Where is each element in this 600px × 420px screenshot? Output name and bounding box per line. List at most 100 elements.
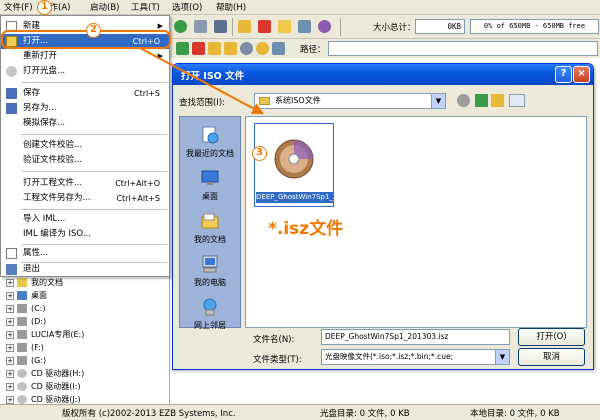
filename-input[interactable]: DEEP_GhostWin7Sp1_201303.isz xyxy=(321,329,510,345)
up-folder-icon[interactable] xyxy=(475,94,488,107)
place-network[interactable]: 网上邻居 xyxy=(180,297,240,331)
drive-icon xyxy=(17,343,27,352)
menu-item-save-as[interactable]: 另存为... xyxy=(1,101,169,116)
menu-bar: 文件(F) 操作(A) 启动(B) 工具(T) 选项(O) 帮助(H) xyxy=(0,0,600,15)
gear-icon[interactable] xyxy=(256,42,269,55)
tree-item[interactable]: + (F:) xyxy=(6,341,44,354)
menu-item-import-iml[interactable]: 导入 IML... xyxy=(1,212,169,227)
toolbar-separator xyxy=(232,18,233,36)
copyright-text: 版权所有 (c)2002-2013 EZB Systems, Inc. xyxy=(62,409,236,419)
back-icon[interactable] xyxy=(457,94,470,107)
dialog-title: 打开 ISO 文件 xyxy=(181,71,245,82)
tree-item[interactable]: + CD 驱动器(H:) xyxy=(6,367,84,380)
cancel-button[interactable]: 取消 xyxy=(518,348,585,366)
menu-item-new[interactable]: 新建 ▶ xyxy=(1,19,169,34)
drive-icon xyxy=(17,317,27,326)
compress-icon[interactable] xyxy=(214,20,227,33)
tree-item[interactable]: + LUCIA专用(E:) xyxy=(6,328,84,341)
menu-item-compile-iml[interactable]: IML 编译为 ISO... xyxy=(1,227,169,242)
place-desktop[interactable]: 桌面 xyxy=(180,168,240,202)
filetype-dropdown[interactable]: 光盘映像文件(*.iso;*.isz;*.bin;*.cue; ▼ xyxy=(321,349,510,365)
expand-icon[interactable]: + xyxy=(6,278,14,287)
tree-item[interactable]: + 桌面 xyxy=(6,289,47,302)
drive-icon xyxy=(17,356,27,365)
expand-icon[interactable]: + xyxy=(6,317,14,326)
status-bar: 版权所有 (c)2002-2013 EZB Systems, Inc. 光盘目录… xyxy=(0,404,600,420)
up-icon[interactable] xyxy=(176,42,189,55)
filetype-label: 文件类型(T): xyxy=(253,355,302,365)
submenu-arrow-icon: ▶ xyxy=(157,22,163,30)
expand-icon[interactable]: + xyxy=(6,304,14,313)
chevron-down-icon[interactable]: ▼ xyxy=(431,94,445,108)
new-folder-icon[interactable] xyxy=(491,94,504,107)
view-icon[interactable] xyxy=(272,42,285,55)
menu-item-open-project[interactable]: 打开工程文件... Ctrl+Alt+O xyxy=(1,176,169,191)
lookin-dropdown[interactable]: 系统ISO文件 ▼ xyxy=(254,93,446,109)
menu-options[interactable]: 选项(O) xyxy=(172,2,202,14)
expand-icon[interactable]: + xyxy=(6,330,14,339)
open-button[interactable]: 打开(O) xyxy=(518,328,585,346)
add-file-icon[interactable] xyxy=(238,20,251,33)
menu-item-shortcut: Ctrl+Alt+S xyxy=(116,194,160,203)
menu-item-save-project-as[interactable]: 工程文件另存为... Ctrl+Alt+S xyxy=(1,191,169,206)
menu-item-open-disc[interactable]: 打开光盘... xyxy=(1,64,169,79)
menu-item-label: 导入 IML... xyxy=(23,214,66,224)
tree-item[interactable]: + (C:) xyxy=(6,302,46,315)
properties-icon[interactable] xyxy=(318,20,331,33)
filename-label: 文件名(N): xyxy=(253,335,295,345)
help-button[interactable]: ? xyxy=(555,66,572,83)
folder-icon[interactable] xyxy=(208,42,221,55)
extract-icon[interactable] xyxy=(278,20,291,33)
cd-drive-icon xyxy=(17,382,27,391)
place-label: 网上邻居 xyxy=(194,321,226,330)
expand-icon[interactable]: + xyxy=(6,369,14,378)
menu-item-properties[interactable]: 属性... xyxy=(1,246,169,261)
mount-icon[interactable] xyxy=(194,20,207,33)
expand-icon[interactable]: + xyxy=(6,291,14,300)
close-button[interactable]: × xyxy=(573,66,590,83)
menu-tools[interactable]: 工具(T) xyxy=(131,2,160,14)
save-as-icon xyxy=(6,103,17,114)
menu-item-exit[interactable]: 退出 xyxy=(1,262,169,277)
expand-icon[interactable]: + xyxy=(6,395,14,404)
menu-item-open[interactable]: 打开... Ctrl+O xyxy=(1,34,169,49)
place-my-documents[interactable]: 我的文档 xyxy=(180,211,240,245)
menu-item-label: 创建文件校验... xyxy=(23,140,83,150)
delete-small-icon[interactable] xyxy=(192,42,205,55)
new-folder-icon[interactable] xyxy=(224,42,237,55)
delete-icon[interactable] xyxy=(258,20,271,33)
local-tree-pane[interactable]: + 我的文档 + 桌面 + (C:) + (D:) + LUCIA专用(E:) + (F:)… xyxy=(0,265,170,406)
menu-boot[interactable]: 启动(B) xyxy=(90,2,119,14)
menu-item-label: 打开... xyxy=(23,36,49,46)
settings-icon[interactable] xyxy=(240,42,253,55)
tree-item[interactable]: + CD 驱动器(I:) xyxy=(6,380,81,393)
expand-icon[interactable]: + xyxy=(6,356,14,365)
menu-item-label: IML 编译为 ISO... xyxy=(23,229,91,239)
menu-item-save[interactable]: 保存 Ctrl+S xyxy=(1,86,169,101)
expand-icon[interactable]: + xyxy=(6,382,14,391)
rename-icon[interactable] xyxy=(298,20,311,33)
menu-item-simulate-save[interactable]: 模拟保存... xyxy=(1,116,169,131)
disc-icon xyxy=(6,66,17,77)
dialog-titlebar[interactable]: 打开 ISO 文件 ? × xyxy=(173,64,593,85)
tree-item[interactable]: + (D:) xyxy=(6,315,46,328)
file-item-label[interactable]: DEEP_GhostWin7Sp1_201303.isz xyxy=(256,192,371,203)
open-iso-dialog: 打开 ISO 文件 ? × 查找范围(I): 系统ISO文件 ▼ 我最近的文档 … xyxy=(172,63,594,370)
tree-item[interactable]: + (G:) xyxy=(6,354,46,367)
path-field[interactable] xyxy=(328,41,598,56)
menu-item-verify-checksum[interactable]: 验证文件校验... xyxy=(1,153,169,168)
my-computer-icon xyxy=(202,255,218,273)
menu-item-reopen[interactable]: 重新打开 ▶ xyxy=(1,49,169,64)
view-menu-icon[interactable] xyxy=(509,94,525,107)
chevron-down-icon[interactable]: ▼ xyxy=(495,350,509,364)
submenu-arrow-icon: ▶ xyxy=(157,52,163,60)
menu-item-create-checksum[interactable]: 创建文件校验... xyxy=(1,138,169,153)
menu-help[interactable]: 帮助(H) xyxy=(216,2,246,14)
menu-file[interactable]: 文件(F) xyxy=(4,2,33,14)
recent-documents-icon xyxy=(202,126,219,144)
burn-icon[interactable] xyxy=(174,20,187,33)
expand-icon[interactable]: + xyxy=(6,343,14,352)
place-my-computer[interactable]: 我的电脑 xyxy=(180,254,240,288)
place-recent[interactable]: 我最近的文档 xyxy=(180,125,240,159)
tree-item[interactable]: + 我的文档 xyxy=(6,276,63,289)
